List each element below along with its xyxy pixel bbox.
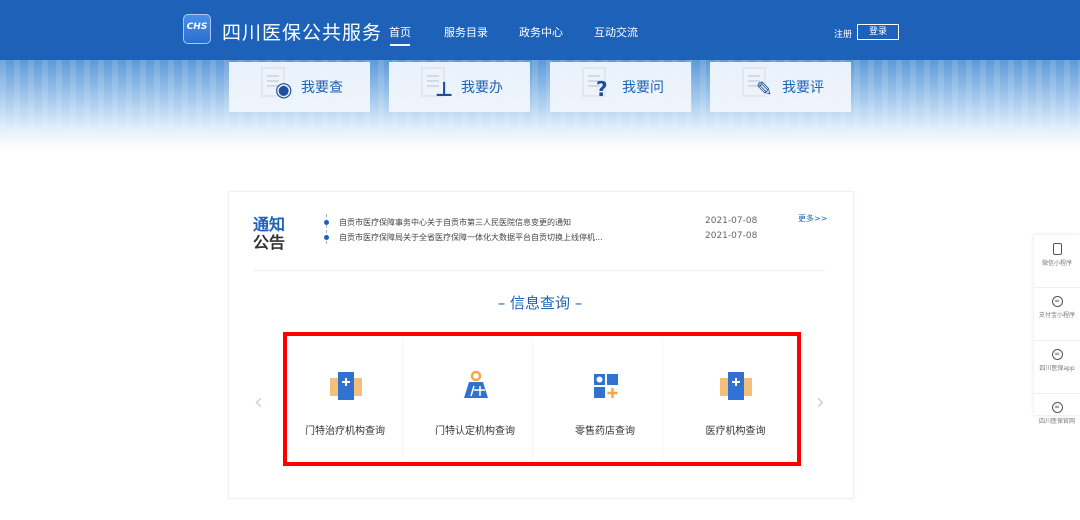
stamp-icon: ⊥ (435, 77, 454, 101)
link-icon: ∞ (1051, 402, 1063, 413)
nav-home[interactable]: 首页 (389, 24, 411, 46)
prev-arrow[interactable]: ‹ (254, 390, 263, 415)
phone-icon (1052, 243, 1062, 255)
notice-title-2: 公告 (253, 233, 286, 252)
question-icon: ? (596, 77, 608, 101)
notice-item[interactable]: 自贡市医疗保障局关于全省医疗保障一体化大数据平台自贡切换上线停机... (339, 232, 603, 243)
sidebar-app[interactable]: ∞ 四川医保app (1034, 349, 1080, 394)
nav-service-catalog[interactable]: 服务目录 (444, 24, 488, 40)
login-button[interactable]: 登录 (857, 24, 899, 40)
nav-government-center[interactable]: 政务中心 (519, 24, 563, 40)
pen-icon: ✎ (756, 77, 773, 101)
sidebar-alipay-miniprogram[interactable]: ∞ 支付宝小程序 (1034, 296, 1080, 341)
next-arrow[interactable]: › (816, 390, 825, 415)
link-icon: ∞ (1051, 296, 1063, 307)
chs-logo[interactable]: CHS (183, 14, 211, 44)
nav-interaction[interactable]: 互动交流 (594, 24, 638, 40)
eye-icon: ◉ (275, 77, 293, 101)
quick-card-handle[interactable]: ⊥ 我要办 (389, 62, 530, 112)
more-link[interactable]: 更多>> (798, 213, 827, 224)
banner (0, 60, 1080, 150)
info-query-title: – 信息查询 – (497, 294, 583, 312)
top-header: CHS 四川医保公共服务 首页 服务目录 政务中心 互动交流 注册 登录 (0, 0, 1080, 60)
link-icon: ∞ (1051, 349, 1063, 360)
site-title: 四川医保公共服务 (222, 22, 383, 44)
highlight-box (283, 332, 801, 466)
notice-item[interactable]: 自贡市医疗保障事务中心关于自贡市第三人民医院信息变更的通知 (339, 217, 571, 228)
quick-card-ask[interactable]: ? 我要问 (550, 62, 691, 112)
sidebar-wechat-miniprogram[interactable]: 微信小程序 (1034, 243, 1080, 288)
register-link[interactable]: 注册 (834, 27, 852, 40)
quick-card-query[interactable]: ◉ 我要查 (229, 62, 370, 112)
notice-date: 2021-07-08 (705, 231, 758, 241)
sidebar-official-site[interactable]: ∞ 四川医保官网 (1034, 402, 1080, 447)
right-sidebar: 微信小程序 ∞ 支付宝小程序 ∞ 四川医保app ∞ 四川医保官网 (1034, 235, 1080, 425)
quick-card-evaluate[interactable]: ✎ 我要评 (710, 62, 851, 112)
notice-date: 2021-07-08 (705, 216, 758, 226)
